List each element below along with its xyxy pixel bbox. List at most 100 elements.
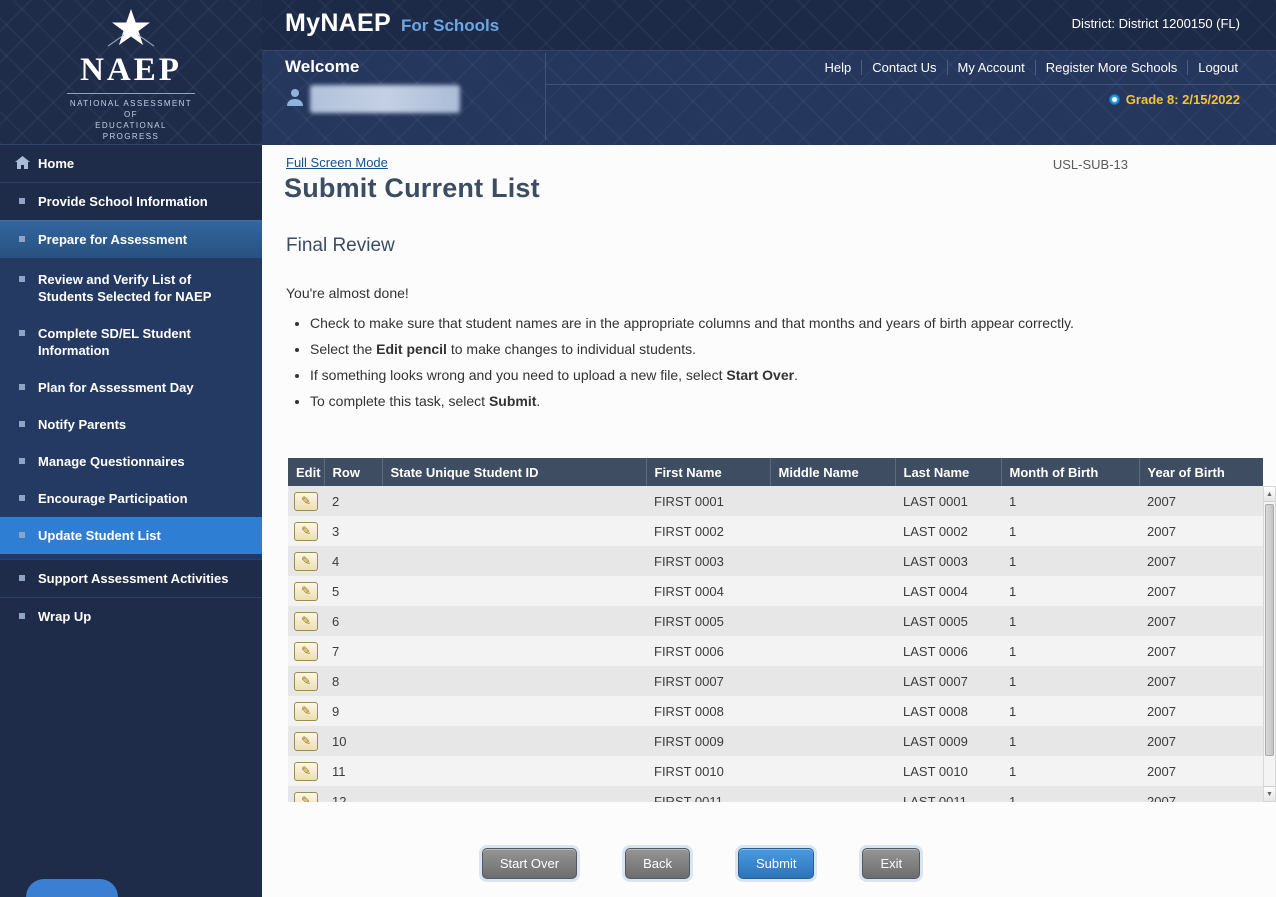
nav-link-register-more-schools[interactable]: Register More Schools — [1035, 60, 1188, 75]
instruction-item: If something looks wrong and you need to… — [310, 365, 1142, 385]
instruction-item: Check to make sure that student names ar… — [310, 313, 1142, 333]
cell-row: 2 — [324, 486, 382, 516]
feedback-bubble[interactable] — [26, 879, 118, 897]
cell-last-name: LAST 0007 — [895, 666, 1001, 696]
sidebar-item-update-student-list[interactable]: Update Student List — [0, 517, 262, 554]
edit-row-button[interactable]: ✎ — [294, 522, 318, 541]
sidebar-item-label: Notify Parents — [38, 417, 126, 432]
edit-row-button[interactable]: ✎ — [294, 612, 318, 631]
user-icon — [285, 87, 305, 112]
sidebar-item-encourage-participation[interactable]: Encourage Participation — [0, 480, 262, 517]
cell-month-of-birth: 1 — [1001, 546, 1139, 576]
cell-state-id — [382, 576, 646, 606]
cell-edit: ✎ — [288, 516, 324, 546]
nav-link-contact-us[interactable]: Contact Us — [861, 60, 946, 75]
cell-year-of-birth: 2007 — [1139, 696, 1263, 726]
sidebar-item-manage-questionnaires[interactable]: Manage Questionnaires — [0, 443, 262, 480]
main-content: Full Screen Mode USL-SUB-13 Submit Curre… — [262, 145, 1276, 897]
instruction-list: Check to make sure that student names ar… — [292, 313, 1142, 417]
back-button[interactable]: Back — [625, 848, 690, 879]
cell-month-of-birth: 1 — [1001, 516, 1139, 546]
start-over-button[interactable]: Start Over — [482, 848, 577, 879]
nav-divider-line — [545, 84, 1276, 85]
exit-button[interactable]: Exit — [862, 848, 920, 879]
cell-edit: ✎ — [288, 606, 324, 636]
table-row: ✎10FIRST 0009LAST 000912007 — [288, 726, 1263, 756]
cell-last-name: LAST 0003 — [895, 546, 1001, 576]
pencil-icon: ✎ — [301, 794, 311, 802]
vertical-scrollbar[interactable]: ▲ ▼ — [1263, 486, 1276, 802]
edit-row-button[interactable]: ✎ — [294, 642, 318, 661]
naep-logo: NAEP NATIONAL ASSESSMENTOFEDUCATIONALPRO… — [0, 0, 262, 145]
user-identity — [285, 85, 460, 113]
intro-text: You're almost done! — [286, 285, 409, 301]
cell-year-of-birth: 2007 — [1139, 666, 1263, 696]
col-header-first-name: First Name — [646, 458, 770, 486]
sidebar-item-notify-parents[interactable]: Notify Parents — [0, 406, 262, 443]
col-header-edit: Edit — [288, 458, 324, 486]
cell-year-of-birth: 2007 — [1139, 606, 1263, 636]
col-header-row: Row — [324, 458, 382, 486]
cell-row: 8 — [324, 666, 382, 696]
cell-first-name: FIRST 0009 — [646, 726, 770, 756]
table-row: ✎9FIRST 0008LAST 000812007 — [288, 696, 1263, 726]
table-row: ✎7FIRST 0006LAST 000612007 — [288, 636, 1263, 666]
cell-row: 11 — [324, 756, 382, 786]
pencil-icon: ✎ — [301, 644, 311, 658]
pencil-icon: ✎ — [301, 584, 311, 598]
sidebar-item-prepare-for-assessment[interactable]: Prepare for Assessment — [0, 220, 262, 258]
sidebar-item-review-verify-list[interactable]: Review and Verify List of Students Selec… — [0, 261, 262, 315]
scroll-up-icon[interactable]: ▲ — [1264, 487, 1275, 502]
edit-row-button[interactable]: ✎ — [294, 552, 318, 571]
edit-row-button[interactable]: ✎ — [294, 792, 318, 803]
sidebar-item-complete-sd-el-info[interactable]: Complete SD/EL Student Information — [0, 315, 262, 369]
cell-row: 10 — [324, 726, 382, 756]
full-screen-mode-link[interactable]: Full Screen Mode — [286, 155, 388, 170]
cell-state-id — [382, 696, 646, 726]
edit-row-button[interactable]: ✎ — [294, 732, 318, 751]
cell-last-name: LAST 0002 — [895, 516, 1001, 546]
student-table-body: ✎2FIRST 0001LAST 000112007✎3FIRST 0002LA… — [288, 486, 1263, 802]
cell-month-of-birth: 1 — [1001, 606, 1139, 636]
cell-middle-name — [770, 516, 895, 546]
cell-month-of-birth: 1 — [1001, 756, 1139, 786]
sidebar-item-wrap-up[interactable]: Wrap Up — [0, 597, 262, 635]
edit-row-button[interactable]: ✎ — [294, 672, 318, 691]
submit-button[interactable]: Submit — [738, 848, 814, 879]
bullet-square-icon — [19, 421, 25, 427]
sidebar-item-label: Complete SD/EL Student Information — [38, 326, 191, 358]
sidebar-item-plan-assessment-day[interactable]: Plan for Assessment Day — [0, 369, 262, 406]
grade-status-label: Grade 8: 2/15/2022 — [1126, 92, 1240, 107]
pencil-icon: ✎ — [301, 674, 311, 688]
cell-row: 5 — [324, 576, 382, 606]
cell-edit: ✎ — [288, 786, 324, 802]
cell-last-name: LAST 0008 — [895, 696, 1001, 726]
scrollbar-thumb[interactable] — [1265, 504, 1274, 756]
cell-first-name: FIRST 0004 — [646, 576, 770, 606]
edit-row-button[interactable]: ✎ — [294, 762, 318, 781]
section-title: Final Review — [286, 235, 395, 257]
edit-row-button[interactable]: ✎ — [294, 582, 318, 601]
table-row: ✎6FIRST 0005LAST 000512007 — [288, 606, 1263, 636]
cell-first-name: FIRST 0006 — [646, 636, 770, 666]
grade-status: Grade 8: 2/15/2022 — [1109, 92, 1240, 107]
cell-year-of-birth: 2007 — [1139, 636, 1263, 666]
cell-first-name: FIRST 0008 — [646, 696, 770, 726]
edit-row-button[interactable]: ✎ — [294, 702, 318, 721]
cell-edit: ✎ — [288, 726, 324, 756]
sidebar-item-home[interactable]: Home — [0, 145, 262, 182]
nav-link-logout[interactable]: Logout — [1187, 60, 1248, 75]
user-name-redacted — [310, 85, 460, 113]
edit-row-button[interactable]: ✎ — [294, 492, 318, 511]
cell-state-id — [382, 486, 646, 516]
nav-link-my-account[interactable]: My Account — [947, 60, 1035, 75]
sidebar: Home Provide School Information Prepare … — [0, 145, 262, 897]
scroll-down-icon[interactable]: ▼ — [1264, 786, 1275, 801]
sidebar-item-support-assessment-activities[interactable]: Support Assessment Activities — [0, 559, 262, 597]
sidebar-item-label: Review and Verify List of Students Selec… — [38, 272, 211, 304]
nav-link-help[interactable]: Help — [814, 60, 861, 75]
sidebar-item-provide-school-information[interactable]: Provide School Information — [0, 182, 262, 220]
logo-tagline-line: OF — [70, 109, 192, 120]
cell-edit: ✎ — [288, 696, 324, 726]
bullet-square-icon — [19, 575, 25, 581]
